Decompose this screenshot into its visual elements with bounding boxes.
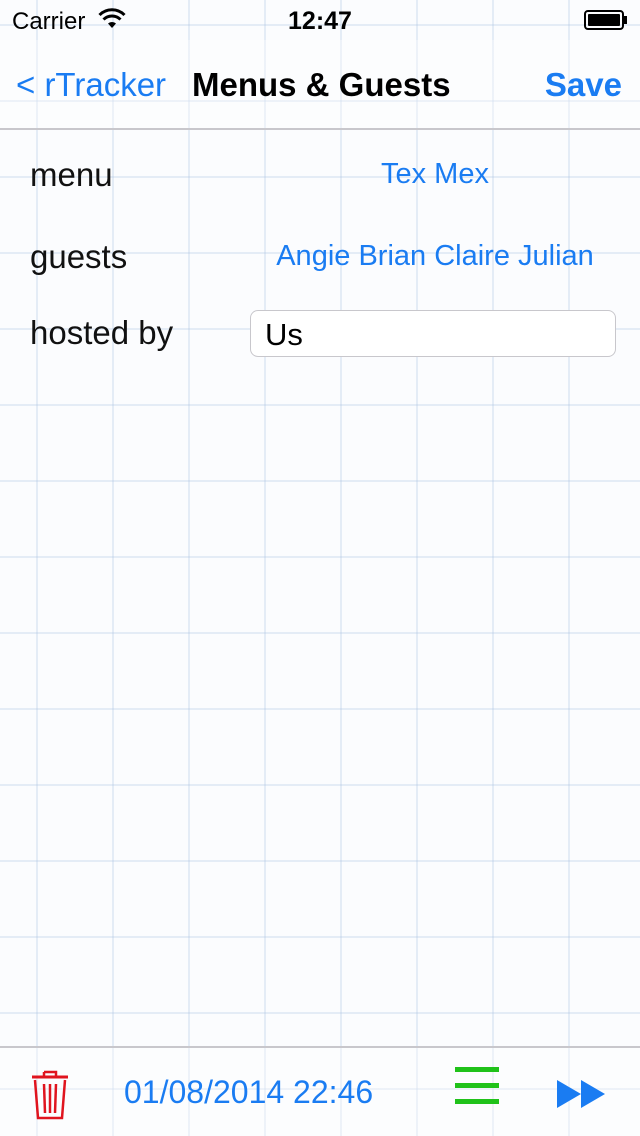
field-label: menu <box>30 156 113 193</box>
guests-choice-button[interactable]: Angie Brian Claire Julian <box>250 240 620 273</box>
field-row-guests: guests Angie Brian Claire Julian <box>0 228 640 288</box>
hosted-by-input[interactable]: Us <box>250 310 616 357</box>
field-row-menu: menu Tex Mex <box>0 146 640 206</box>
navigation-bar: < rTracker Menus & Guests Save <box>0 40 640 130</box>
field-row-hosted-by: hosted by Us <box>0 310 640 370</box>
field-label: hosted by <box>30 314 174 351</box>
field-label: guests <box>30 238 128 275</box>
menu-choice-button[interactable]: Tex Mex <box>250 158 620 191</box>
fast-forward-icon[interactable] <box>557 1078 607 1110</box>
status-time: 12:47 <box>288 7 352 35</box>
save-button[interactable]: Save <box>545 66 622 104</box>
back-button[interactable]: < rTracker <box>16 66 166 104</box>
entry-date-button[interactable]: 01/08/2014 22:46 <box>124 1074 373 1111</box>
trash-icon[interactable] <box>30 1068 70 1120</box>
page-title: Menus & Guests <box>192 66 451 103</box>
bottom-toolbar: 01/08/2014 22:46 <box>0 1046 640 1136</box>
battery-icon <box>584 10 627 30</box>
status-bar: Carrier 12:47 <box>0 0 640 40</box>
list-icon[interactable] <box>455 1064 499 1106</box>
